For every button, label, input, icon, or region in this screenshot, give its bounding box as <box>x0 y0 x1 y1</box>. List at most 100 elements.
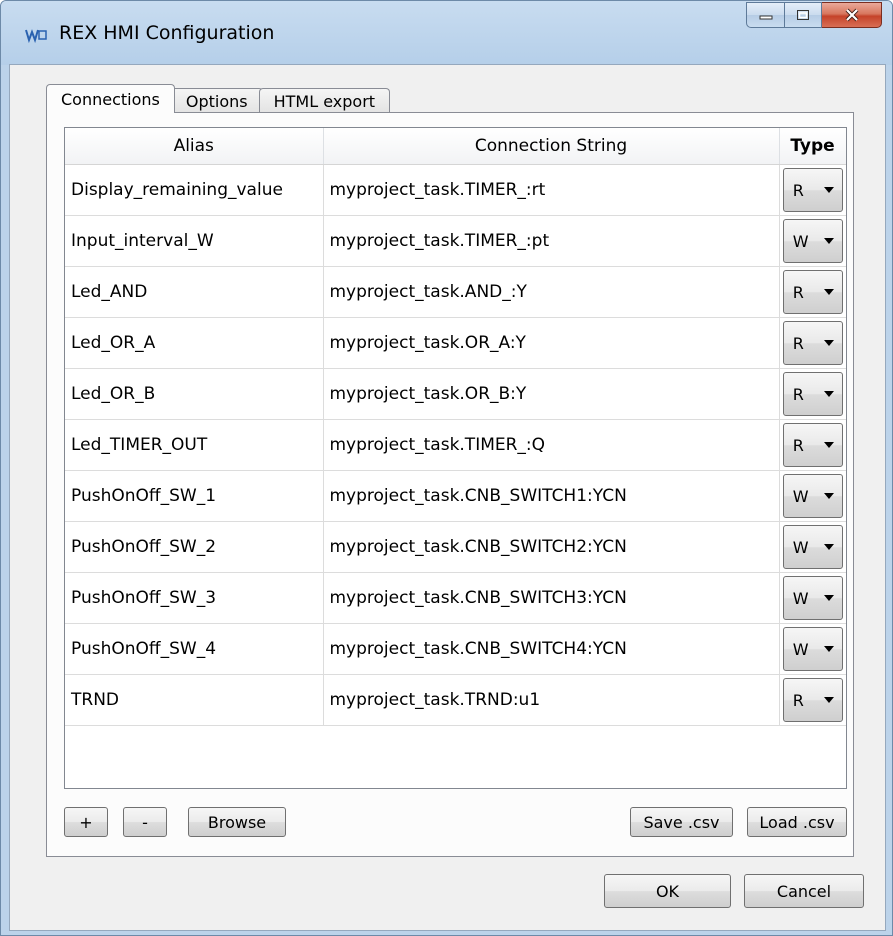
type-cell: W <box>779 215 846 267</box>
dropdown-arrow-icon <box>823 544 834 550</box>
dropdown-arrow-icon <box>823 493 834 499</box>
type-cell: W <box>779 470 846 522</box>
load-csv-button[interactable]: Load .csv <box>747 807 847 837</box>
table-row[interactable]: Led_OR_B myproject_task.OR_B:Y R <box>65 368 846 420</box>
app-icon <box>25 29 47 43</box>
type-dropdown[interactable]: W <box>782 474 843 518</box>
type-dropdown-value: W <box>792 537 809 557</box>
ok-button[interactable]: OK <box>604 874 731 908</box>
connection-string-cell[interactable]: myproject_task.OR_A:Y <box>323 317 780 369</box>
type-dropdown[interactable]: W <box>782 219 843 263</box>
tab-options[interactable]: Options <box>170 88 263 113</box>
connections-panel: Alias Connection String Type Display_rem… <box>46 112 854 857</box>
column-header-type[interactable]: Type <box>779 128 846 165</box>
table-row[interactable]: Led_TIMER_OUT myproject_task.TIMER_:Q R <box>65 419 846 471</box>
cancel-button[interactable]: Cancel <box>744 874 864 908</box>
alias-cell[interactable]: Led_AND <box>65 266 324 318</box>
table-row[interactable]: PushOnOff_SW_4 myproject_task.CNB_SWITCH4… <box>65 623 846 675</box>
alias-cell[interactable]: Led_OR_B <box>65 368 324 420</box>
tab-connections[interactable]: Connections <box>46 84 175 113</box>
table-row[interactable]: Led_AND myproject_task.AND_:Y R <box>65 266 846 318</box>
save-csv-button[interactable]: Save .csv <box>630 807 733 837</box>
connection-string-cell[interactable]: myproject_task.CNB_SWITCH3:YCN <box>323 572 780 624</box>
type-dropdown-value: R <box>792 180 804 200</box>
type-dropdown[interactable]: R <box>782 168 843 212</box>
add-row-button[interactable]: + <box>64 807 108 837</box>
connection-string-cell[interactable]: myproject_task.OR_B:Y <box>323 368 780 420</box>
alias-cell[interactable]: Display_remaining_value <box>65 164 324 216</box>
type-dropdown[interactable]: W <box>782 576 843 620</box>
window-controls <box>746 1 882 35</box>
type-dropdown[interactable]: R <box>782 372 843 416</box>
remove-row-button[interactable]: - <box>123 807 167 837</box>
type-cell: R <box>779 419 846 471</box>
type-dropdown[interactable]: R <box>782 321 843 365</box>
connection-string-cell[interactable]: myproject_task.TIMER_:Q <box>323 419 780 471</box>
dropdown-arrow-icon <box>823 391 834 397</box>
dropdown-arrow-icon <box>823 442 834 448</box>
alias-cell[interactable]: PushOnOff_SW_4 <box>65 623 324 675</box>
dropdown-arrow-icon <box>823 238 834 244</box>
dialog-window: REX HMI Configuration Connections Option… <box>0 0 893 936</box>
table-row[interactable]: PushOnOff_SW_2 myproject_task.CNB_SWITCH2… <box>65 521 846 573</box>
type-dropdown[interactable]: R <box>782 270 843 314</box>
table-header: Alias Connection String Type <box>65 128 846 165</box>
column-header-alias[interactable]: Alias <box>65 128 324 165</box>
connection-string-cell[interactable]: myproject_task.TRND:u1 <box>323 674 780 726</box>
close-button[interactable] <box>822 2 882 28</box>
type-dropdown[interactable]: R <box>782 678 843 722</box>
connection-string-cell[interactable]: myproject_task.CNB_SWITCH2:YCN <box>323 521 780 573</box>
connection-string-cell[interactable]: myproject_task.CNB_SWITCH1:YCN <box>323 470 780 522</box>
dropdown-arrow-icon <box>823 646 834 652</box>
type-cell: R <box>779 368 846 420</box>
type-dropdown-value: W <box>792 588 809 608</box>
type-cell: R <box>779 674 846 726</box>
dropdown-arrow-icon <box>823 187 834 193</box>
connection-string-cell[interactable]: myproject_task.CNB_SWITCH4:YCN <box>323 623 780 675</box>
window-title: REX HMI Configuration <box>59 22 275 44</box>
tab-bar: Connections Options HTML export <box>46 83 391 113</box>
type-cell: W <box>779 623 846 675</box>
type-dropdown[interactable]: W <box>782 525 843 569</box>
connection-string-cell[interactable]: myproject_task.AND_:Y <box>323 266 780 318</box>
table-row[interactable]: Led_OR_A myproject_task.OR_A:Y R <box>65 317 846 369</box>
maximize-icon <box>797 10 809 20</box>
alias-cell[interactable]: PushOnOff_SW_1 <box>65 470 324 522</box>
alias-cell[interactable]: PushOnOff_SW_2 <box>65 521 324 573</box>
type-dropdown-value: W <box>792 231 809 251</box>
dropdown-arrow-icon <box>823 340 834 346</box>
dialog-client-area: Connections Options HTML export Alias Co… <box>9 64 886 931</box>
type-dropdown-value: R <box>792 384 804 404</box>
table-row[interactable]: PushOnOff_SW_1 myproject_task.CNB_SWITCH1… <box>65 470 846 522</box>
type-dropdown[interactable]: R <box>782 423 843 467</box>
dropdown-arrow-icon <box>823 289 834 295</box>
type-dropdown-value: R <box>792 282 804 302</box>
dropdown-arrow-icon <box>823 697 834 703</box>
connections-table[interactable]: Alias Connection String Type Display_rem… <box>64 127 847 789</box>
maximize-button[interactable] <box>784 2 822 28</box>
type-cell: W <box>779 572 846 624</box>
type-dropdown[interactable]: W <box>782 627 843 671</box>
close-icon <box>845 8 858 22</box>
alias-cell[interactable]: Led_TIMER_OUT <box>65 419 324 471</box>
minimize-icon <box>759 15 772 20</box>
alias-cell[interactable]: PushOnOff_SW_3 <box>65 572 324 624</box>
connection-string-cell[interactable]: myproject_task.TIMER_:rt <box>323 164 780 216</box>
tab-html-export[interactable]: HTML export <box>258 88 391 113</box>
column-header-connection-string[interactable]: Connection String <box>323 128 780 165</box>
connection-string-cell[interactable]: myproject_task.TIMER_:pt <box>323 215 780 267</box>
alias-cell[interactable]: Led_OR_A <box>65 317 324 369</box>
type-cell: R <box>779 164 846 216</box>
minimize-button[interactable] <box>746 2 784 28</box>
type-dropdown-value: R <box>792 435 804 455</box>
table-row[interactable]: Input_interval_W myproject_task.TIMER_:pt… <box>65 215 846 267</box>
type-dropdown-value: W <box>792 639 809 659</box>
table-row[interactable]: Display_remaining_value myproject_task.TI… <box>65 164 846 216</box>
table-row[interactable]: PushOnOff_SW_3 myproject_task.CNB_SWITCH3… <box>65 572 846 624</box>
type-cell: W <box>779 521 846 573</box>
alias-cell[interactable]: Input_interval_W <box>65 215 324 267</box>
table-row[interactable]: TRND myproject_task.TRND:u1 R <box>65 674 846 726</box>
title-bar[interactable]: REX HMI Configuration <box>1 1 892 65</box>
browse-button[interactable]: Browse <box>188 807 286 837</box>
alias-cell[interactable]: TRND <box>65 674 324 726</box>
